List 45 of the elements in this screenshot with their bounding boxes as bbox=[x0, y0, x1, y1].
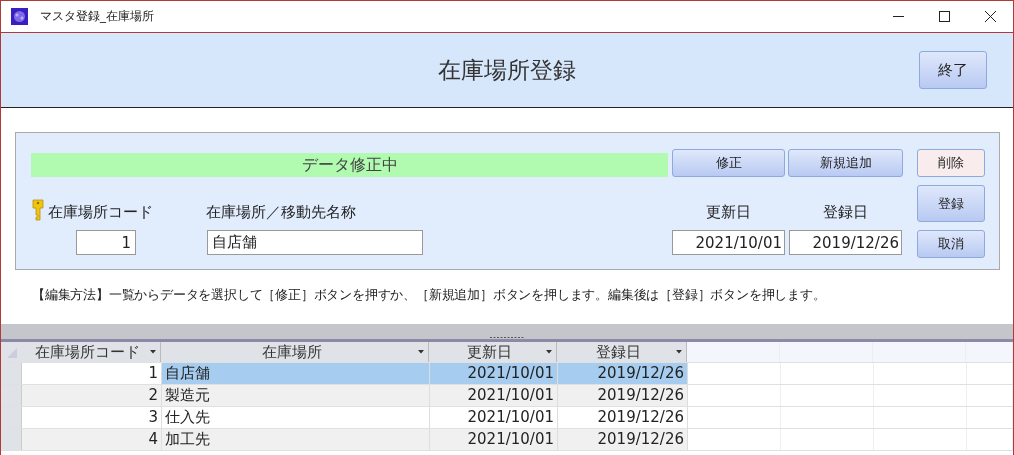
table-cell: 2019/12/26 bbox=[558, 407, 688, 428]
window-title: マスタ登録_在庫場所 bbox=[40, 8, 154, 25]
maximize-icon[interactable] bbox=[939, 11, 950, 22]
column-header[interactable]: 在庫場所コード bbox=[21, 342, 161, 362]
table-cell: 4 bbox=[22, 429, 162, 450]
dropdown-icon[interactable] bbox=[676, 350, 682, 354]
table-cell: 2019/12/26 bbox=[558, 429, 688, 450]
table-cell: 自店舗 bbox=[162, 363, 430, 384]
input-field[interactable]: 自店舗 bbox=[207, 230, 423, 255]
table-cell: 2019/12/26 bbox=[558, 385, 688, 406]
dropdown-icon[interactable] bbox=[150, 350, 156, 354]
field-label: 在庫場所／移動先名称 bbox=[206, 203, 356, 222]
dropdown-icon[interactable] bbox=[418, 350, 424, 354]
table-cell: 加工先 bbox=[162, 429, 430, 450]
table-cell: 製造元 bbox=[162, 385, 430, 406]
table-cell: 2019/12/26 bbox=[558, 363, 688, 384]
key-icon bbox=[31, 198, 45, 222]
field-label: 登録日 bbox=[823, 203, 868, 222]
splitter-handle-icon[interactable] bbox=[490, 336, 524, 339]
register-button[interactable]: 登録 bbox=[917, 185, 985, 222]
field-label: 更新日 bbox=[706, 203, 751, 222]
table-cell: 2021/10/01 bbox=[430, 363, 558, 384]
table-cell: 2 bbox=[22, 385, 162, 406]
instructions-text: 【編集方法】一覧からデータを選択して［修正］ボタンを押すか、［新規追加］ボタンを押します。編集後は［登録］ボタンを押します。 bbox=[31, 286, 827, 304]
close-icon[interactable] bbox=[985, 11, 996, 22]
exit-button[interactable]: 終了 bbox=[919, 51, 987, 89]
delete-button[interactable]: 削除 bbox=[917, 149, 985, 177]
field-label: 在庫場所コード bbox=[48, 203, 153, 222]
column-header[interactable]: 更新日 bbox=[429, 342, 557, 362]
edit-button[interactable]: 修正 bbox=[672, 149, 785, 177]
table-cell: 2021/10/01 bbox=[430, 407, 558, 428]
date-field[interactable]: 2019/12/26 bbox=[789, 230, 902, 255]
table-cell: 2021/10/01 bbox=[430, 385, 558, 406]
cancel-button[interactable]: 取消 bbox=[917, 230, 985, 258]
status-banner: データ修正中 bbox=[31, 153, 668, 177]
table-cell: 2021/10/01 bbox=[430, 429, 558, 450]
dropdown-icon[interactable] bbox=[546, 350, 552, 354]
new-button[interactable]: 新規追加 bbox=[788, 149, 903, 177]
date-field[interactable]: 2021/10/01 bbox=[672, 230, 785, 255]
input-field[interactable]: 1 bbox=[76, 230, 136, 255]
column-header[interactable]: 在庫場所 bbox=[161, 342, 429, 362]
app-icon bbox=[11, 8, 28, 25]
table-cell: 仕入先 bbox=[162, 407, 430, 428]
form-title: 在庫場所登録 bbox=[438, 55, 576, 85]
table-cell: 3 bbox=[22, 407, 162, 428]
